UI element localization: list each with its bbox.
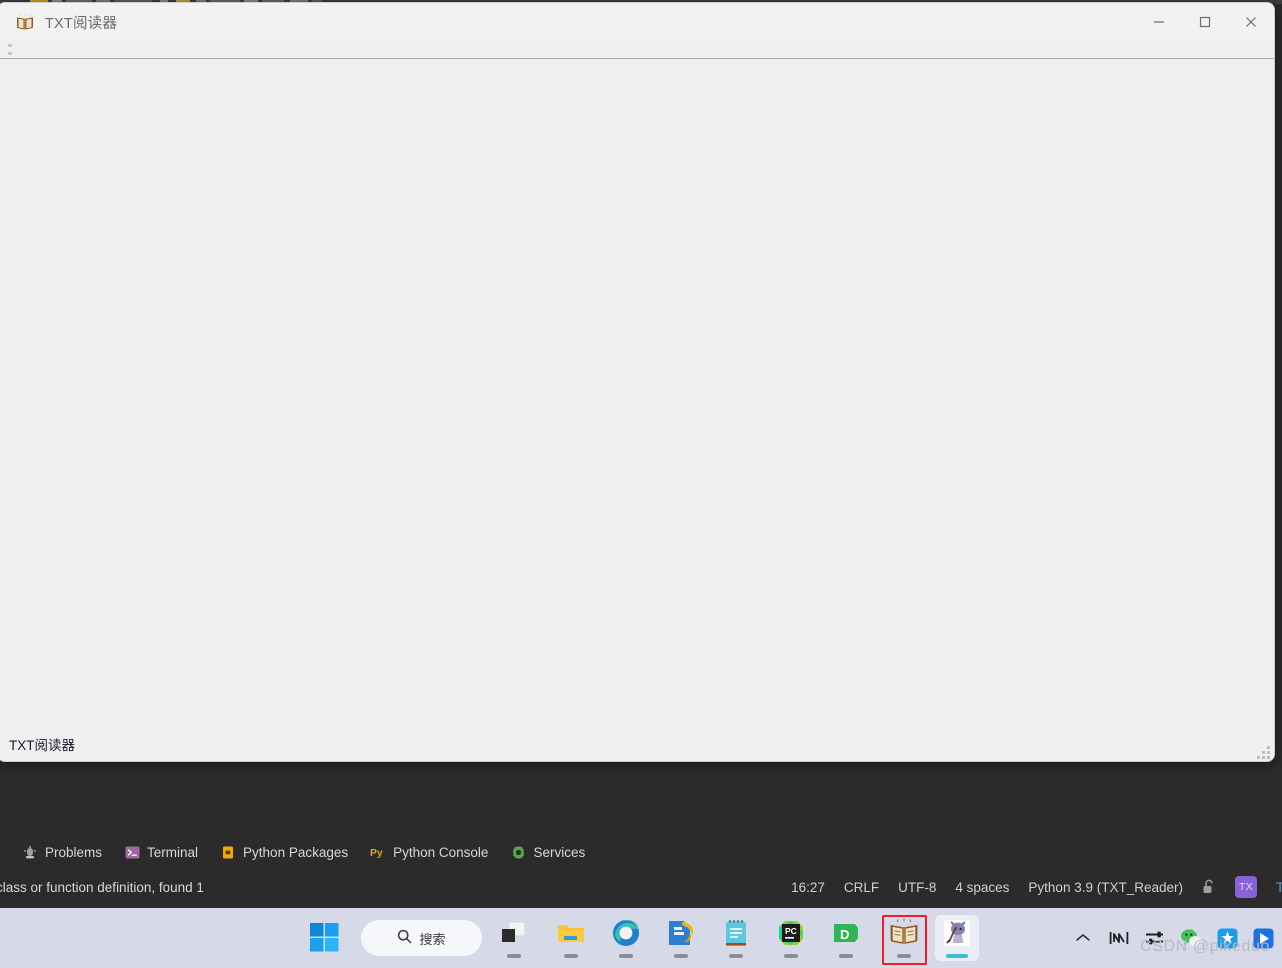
minimize-button[interactable] (1136, 3, 1182, 41)
status-encoding[interactable]: UTF-8 (898, 880, 936, 895)
window-menu-strip[interactable] (0, 41, 1274, 59)
search-icon (397, 929, 412, 947)
taskbar-app-microsoft-edge[interactable] (604, 915, 648, 961)
open-book-icon (889, 918, 919, 948)
tool-window-python-packages[interactable]: Python Packages (220, 844, 348, 860)
taskbar-app-task-view[interactable] (492, 915, 536, 961)
tool-window-services[interactable]: Services (510, 844, 585, 860)
status-badge[interactable]: TX (1235, 876, 1257, 898)
python-packages-icon (220, 844, 236, 860)
tool-window-label: Python Packages (243, 844, 349, 860)
search-placeholder: 搜索 (419, 931, 446, 947)
txt-reader-window: TXT阅读器 TXT阅读器 (0, 2, 1275, 762)
ide-status-bar: class or function definition, found 1 16… (0, 872, 1282, 902)
tool-window-label: Services (533, 844, 586, 860)
wechat-icon[interactable] (1180, 927, 1202, 949)
tool-window-terminal[interactable]: Terminal (124, 844, 198, 860)
open-book-icon (15, 13, 35, 31)
window-controls (1136, 3, 1274, 41)
tool-window-problems[interactable]: Problems (22, 844, 102, 860)
window-title: TXT阅读器 (45, 15, 118, 32)
display-monitor-icon[interactable] (1108, 927, 1130, 949)
ide-tool-window-bar: Problems Terminal Python Packages Py Pyt… (0, 838, 1282, 866)
audio-mixer-icon[interactable] (1144, 927, 1166, 949)
task-view-icon (499, 918, 529, 948)
taskbar-app-wps-office[interactable] (659, 915, 703, 961)
tool-window-python-console[interactable]: Py Python Console (370, 844, 488, 860)
svg-text:Py: Py (370, 848, 383, 859)
wps-office-icon (666, 918, 696, 948)
microsoft-edge-icon (611, 918, 641, 948)
status-bar-right: 16:27 CRLF UTF-8 4 spaces Python 3.9 (TX… (772, 872, 1282, 902)
taskbar-app-game-avatar[interactable] (935, 915, 979, 961)
game-avatar-icon (942, 918, 972, 948)
svg-text:D: D (840, 927, 849, 942)
running-indicator (507, 954, 521, 958)
tool-window-label: Terminal (147, 844, 199, 860)
taskbar-app-pycharm[interactable]: PC (769, 915, 813, 961)
running-indicator (564, 954, 578, 958)
taskbar-app-file-explorer[interactable] (549, 915, 593, 961)
running-indicator (674, 954, 688, 958)
status-indent[interactable]: 4 spaces (955, 880, 1009, 895)
running-indicator (839, 954, 853, 958)
pycharm-icon: PC (776, 918, 806, 948)
svg-text:PC: PC (785, 926, 797, 936)
status-time[interactable]: 16:27 (791, 880, 825, 895)
status-interpreter[interactable]: Python 3.9 (TXT_Reader) (1028, 880, 1183, 895)
screen: TXT阅读器 TXT阅读器 Problems Terminal Python P… (0, 0, 1282, 968)
running-indicator (619, 954, 633, 958)
python-console-icon: Py (370, 844, 386, 860)
dingtalk-icon: D (831, 918, 861, 948)
tool-window-label: Problems (45, 844, 103, 860)
running-indicator (897, 954, 911, 958)
resize-grip-icon[interactable] (1257, 746, 1270, 759)
blue-play-icon[interactable] (1252, 927, 1274, 949)
status-message: class or function definition, found 1 (0, 879, 204, 895)
window-titlebar[interactable]: TXT阅读器 (0, 3, 1274, 41)
reader-status-label: TXT阅读器 (9, 738, 75, 753)
status-line-separator[interactable]: CRLF (844, 880, 879, 895)
running-indicator-active (946, 954, 968, 958)
reader-content-area[interactable]: TXT阅读器 (0, 59, 1274, 761)
system-tray (1072, 908, 1274, 968)
taskbar-search-box[interactable]: 搜索 (361, 920, 482, 956)
running-indicator (784, 954, 798, 958)
menu-grip-icon (8, 44, 12, 55)
tool-window-label: Python Console (393, 844, 489, 860)
blue-star-icon[interactable] (1216, 927, 1238, 949)
taskbar-app-dingtalk[interactable]: D (824, 915, 868, 961)
running-indicator (729, 954, 743, 958)
notepad-icon (721, 918, 751, 948)
services-gear-icon (510, 844, 526, 860)
close-button[interactable] (1228, 3, 1274, 41)
file-explorer-icon (556, 918, 586, 948)
taskbar-app-txt-reader[interactable] (882, 915, 926, 961)
terminal-icon (124, 844, 140, 860)
windows-start-icon[interactable] (310, 923, 340, 958)
maximize-button[interactable] (1182, 3, 1228, 41)
chevron-up-icon[interactable] (1072, 927, 1094, 949)
problems-icon (22, 844, 38, 860)
taskbar-app-notepad[interactable] (714, 915, 758, 961)
status-trailing-label[interactable]: TX (1276, 880, 1282, 895)
unlocked-padlock-icon[interactable] (1202, 879, 1216, 895)
windows-taskbar: 搜索 PC D (0, 908, 1282, 968)
